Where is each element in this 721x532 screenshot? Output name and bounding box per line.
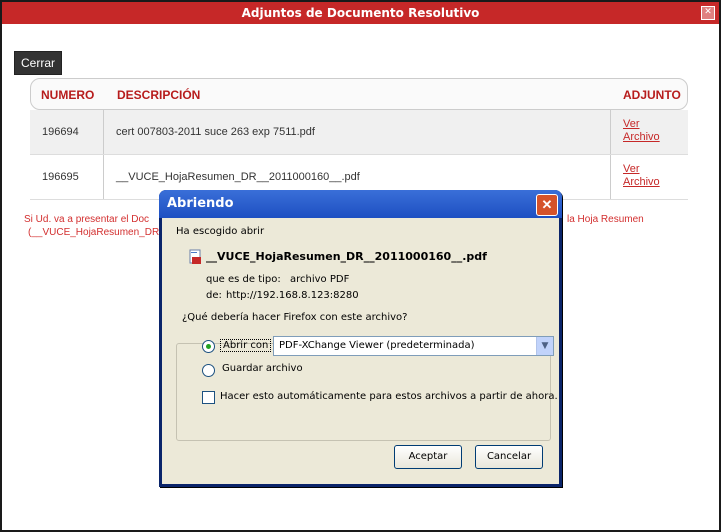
application-select[interactable]: PDF-XChange Viewer (predeterminada) ▼ bbox=[273, 336, 554, 356]
type-label: que es de tipo: bbox=[206, 274, 281, 285]
application-select-value: PDF-XChange Viewer (predeterminada) bbox=[279, 340, 475, 351]
table-row: 196694 cert 007803-2011 suce 263 exp 751… bbox=[30, 110, 688, 155]
header-numero: NUMERO bbox=[41, 88, 95, 102]
table-header: NUMERO DESCRIPCIÓN ADJUNTO bbox=[30, 78, 688, 110]
dialog-body: Ha escogido abrir __VUCE_HojaResumen_DR_… bbox=[162, 218, 559, 484]
from-value: http://192.168.8.123:8280 bbox=[226, 290, 359, 301]
chose-text: Ha escogido abrir bbox=[176, 226, 265, 237]
auto-label[interactable]: Hacer esto automáticamente para estos ar… bbox=[220, 391, 558, 402]
cell-numero: 196694 bbox=[30, 110, 104, 154]
question-text: ¿Qué debería hacer Firefox con este arch… bbox=[180, 312, 410, 323]
warning-text-line2: (__VUCE_HojaResumen_DR bbox=[28, 227, 160, 238]
type-value: archivo PDF bbox=[290, 274, 350, 285]
cerrar-button[interactable]: Cerrar bbox=[14, 51, 62, 75]
ver-archivo-link[interactable]: Ver Archivo bbox=[623, 163, 688, 189]
chevron-down-icon[interactable]: ▼ bbox=[536, 337, 553, 355]
header-adjunto: ADJUNTO bbox=[623, 88, 681, 102]
warning-text-right: la Hoja Resumen bbox=[567, 214, 644, 225]
window-title: Adjuntos de Documento Resolutivo bbox=[241, 6, 480, 20]
accept-button[interactable]: Aceptar bbox=[394, 445, 462, 469]
close-icon[interactable]: ✕ bbox=[701, 6, 715, 20]
warning-text-left: Si Ud. va a presentar el Doc bbox=[24, 214, 150, 225]
window-titlebar: Adjuntos de Documento Resolutivo ✕ bbox=[2, 2, 719, 24]
dialog-title: Abriendo __VUCE_HojaResumen_DR__20110001… bbox=[159, 190, 562, 239]
dialog-filename: __VUCE_HojaResumen_DR__2011000160__.pdf bbox=[206, 250, 487, 263]
open-with-label[interactable]: Abrir con bbox=[220, 339, 272, 352]
pdf-file-icon bbox=[189, 249, 201, 264]
cell-adjunto: Ver Archivo bbox=[610, 110, 688, 154]
from-label: de: bbox=[206, 290, 222, 301]
dialog-close-icon[interactable]: ✕ bbox=[536, 194, 558, 216]
attachments-table: NUMERO DESCRIPCIÓN ADJUNTO 196694 cert 0… bbox=[30, 78, 688, 200]
save-file-radio[interactable] bbox=[202, 364, 215, 377]
ver-archivo-link[interactable]: Ver Archivo bbox=[623, 118, 688, 144]
auto-checkbox[interactable] bbox=[202, 391, 215, 404]
cell-adjunto: Ver Archivo bbox=[610, 155, 688, 199]
header-descripcion: DESCRIPCIÓN bbox=[117, 88, 201, 102]
save-file-label[interactable]: Guardar archivo bbox=[222, 363, 303, 374]
download-dialog: Abriendo __VUCE_HojaResumen_DR__20110001… bbox=[159, 190, 562, 487]
open-with-radio[interactable] bbox=[202, 340, 215, 353]
cancel-button[interactable]: Cancelar bbox=[475, 445, 543, 469]
cell-descripcion: cert 007803-2011 suce 263 exp 7511.pdf bbox=[116, 126, 315, 138]
cell-numero: 196695 bbox=[30, 155, 104, 199]
